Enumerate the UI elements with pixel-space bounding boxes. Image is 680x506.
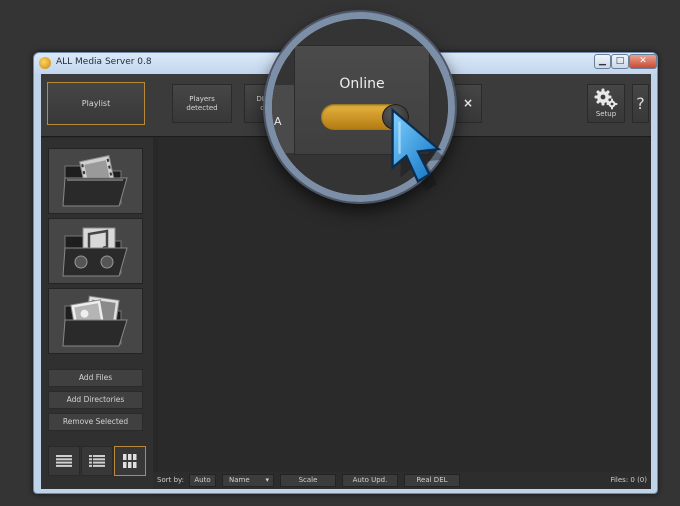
help-button[interactable]: ? <box>632 84 649 123</box>
add-directories-button[interactable]: Add Directories <box>48 391 143 409</box>
status-bar: Sort by: Auto Name ▾ Scale Auto Upd. Rea… <box>153 472 651 489</box>
app-logo-icon <box>39 57 51 69</box>
add-files-button[interactable]: Add Files <box>48 369 143 387</box>
list-view-button[interactable] <box>81 446 113 476</box>
close-window-button[interactable]: ✕ <box>629 54 657 69</box>
real-delete-button[interactable]: Real DEL <box>404 474 460 487</box>
video-folder-icon <box>61 154 128 207</box>
sort-auto-button[interactable]: Auto <box>189 474 216 487</box>
library-panel: Add Files Add Directories Remove Selecte… <box>41 138 153 489</box>
remove-selected-button[interactable]: Remove Selected <box>48 413 143 431</box>
music-folder-icon <box>61 227 128 277</box>
details-view-icon <box>56 455 72 467</box>
chevron-down-icon: ▾ <box>265 476 269 484</box>
minimize-button[interactable]: ▁ <box>594 54 611 69</box>
scale-button[interactable]: Scale <box>280 474 336 487</box>
setup-label: Setup <box>595 110 617 118</box>
files-count: Files: 0 (0) <box>610 476 647 484</box>
video-library-button[interactable] <box>48 148 143 214</box>
magnified-text-fragment: A <box>274 115 282 128</box>
window-title: ALL Media Server 0.8 <box>56 57 152 67</box>
grid-view-button[interactable] <box>114 446 146 476</box>
players-label-line1: Players <box>189 94 215 103</box>
photo-library-button[interactable] <box>48 288 143 354</box>
sort-field-value: Name <box>229 476 250 484</box>
photo-folder-icon <box>61 295 128 347</box>
details-view-button[interactable] <box>48 446 80 476</box>
online-label: Online <box>339 76 385 92</box>
grid-view-icon <box>123 454 137 468</box>
playlist-button[interactable]: Playlist <box>47 82 145 125</box>
players-detected-button[interactable]: Players detected <box>172 84 232 123</box>
auto-update-button[interactable]: Auto Upd. <box>342 474 398 487</box>
setup-button[interactable]: Setup <box>587 84 625 123</box>
music-library-button[interactable] <box>48 218 143 284</box>
gear-icon <box>594 88 618 110</box>
mouse-pointer-icon <box>391 107 447 192</box>
maximize-button[interactable]: □ <box>611 54 629 69</box>
sort-field-select[interactable]: Name ▾ <box>222 474 274 487</box>
players-label-line2: detected <box>186 103 218 112</box>
sort-by-label: Sort by: <box>157 476 185 484</box>
list-view-icon <box>89 455 105 467</box>
